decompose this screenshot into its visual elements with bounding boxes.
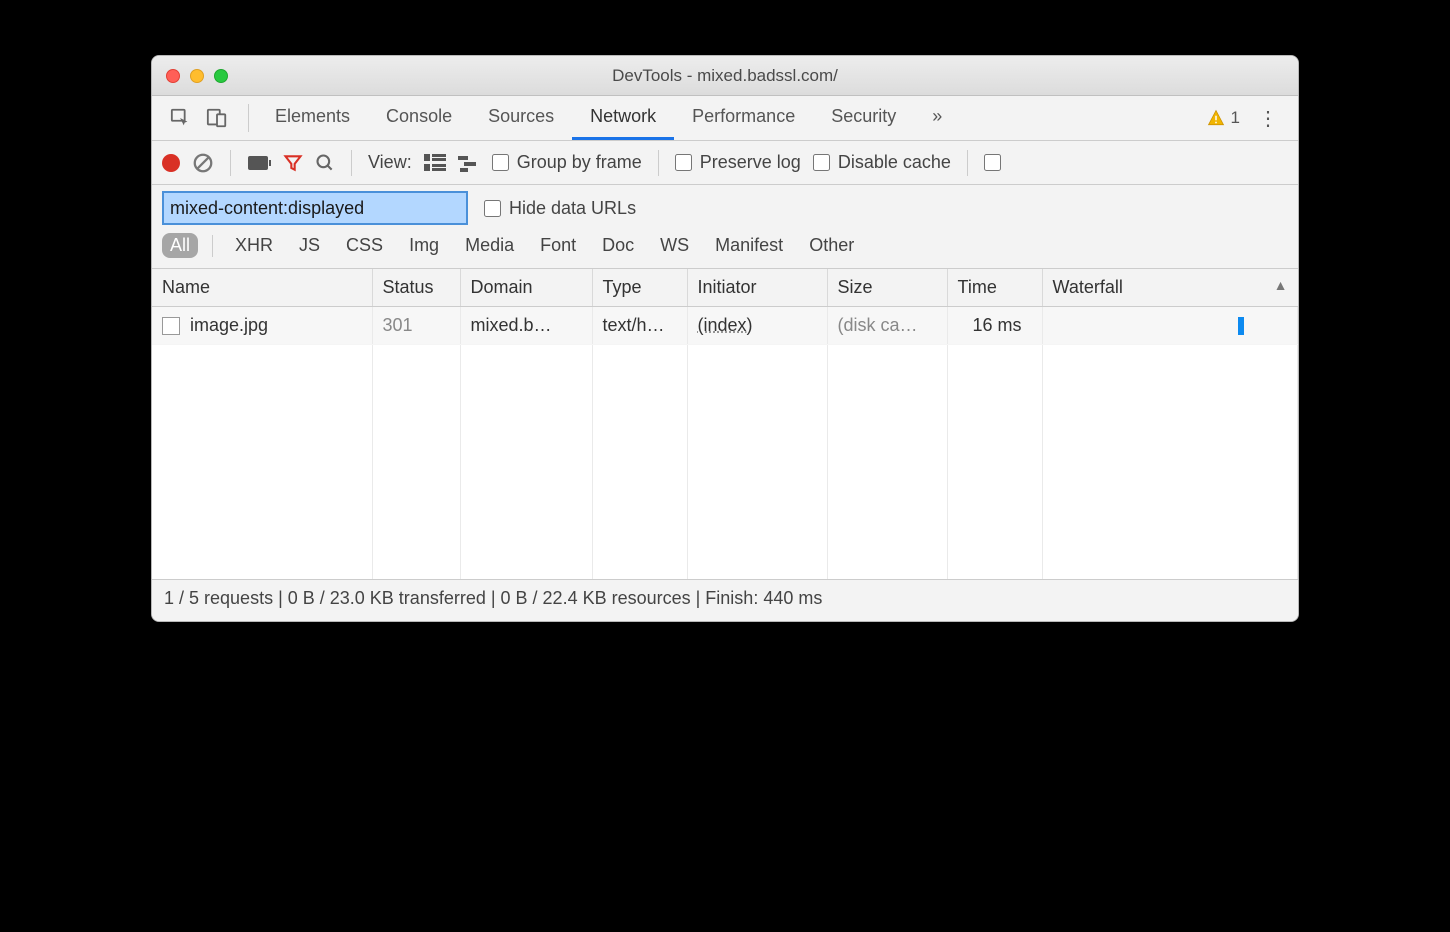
record-button[interactable] <box>162 154 180 172</box>
maximize-button[interactable] <box>214 69 228 83</box>
view-label: View: <box>368 152 412 173</box>
disable-cache-checkbox[interactable]: Disable cache <box>813 152 951 173</box>
col-name[interactable]: Name <box>152 269 372 307</box>
clear-button[interactable] <box>192 152 214 174</box>
window-title: DevTools - mixed.badssl.com/ <box>152 66 1298 86</box>
tab-network[interactable]: Network <box>572 96 674 140</box>
network-toolbar: View: Group by frame Preserve log Disabl… <box>152 141 1298 185</box>
type-css[interactable]: CSS <box>338 233 391 258</box>
panel-tabbar: Elements Console Sources Network Perform… <box>152 96 1298 141</box>
warning-count: 1 <box>1231 108 1240 128</box>
type-doc[interactable]: Doc <box>594 233 642 258</box>
panel-tabs: Elements Console Sources Network Perform… <box>257 96 960 140</box>
titlebar: DevTools - mixed.badssl.com/ <box>152 56 1298 96</box>
type-all[interactable]: All <box>162 233 198 258</box>
file-icon <box>162 317 180 335</box>
warnings-badge[interactable]: 1 <box>1207 108 1240 128</box>
col-status[interactable]: Status <box>372 269 460 307</box>
cell-status: 301 <box>372 307 460 345</box>
type-ws[interactable]: WS <box>652 233 697 258</box>
resource-type-filters: All XHR JS CSS Img Media Font Doc WS Man… <box>152 229 1298 269</box>
type-img[interactable]: Img <box>401 233 447 258</box>
devtools-window: DevTools - mixed.badssl.com/ Elements Co… <box>151 55 1299 622</box>
tabs-overflow[interactable]: » <box>914 96 960 140</box>
request-table: Name Status Domain Type Initiator Size T… <box>152 269 1298 579</box>
col-domain[interactable]: Domain <box>460 269 592 307</box>
capture-screenshots-icon[interactable] <box>247 153 271 173</box>
tab-console[interactable]: Console <box>368 96 470 140</box>
cell-waterfall <box>1042 307 1298 345</box>
cell-name: image.jpg <box>190 315 268 336</box>
minimize-button[interactable] <box>190 69 204 83</box>
cell-time: 16 ms <box>947 307 1042 345</box>
warning-icon <box>1207 109 1225 127</box>
col-initiator[interactable]: Initiator <box>687 269 827 307</box>
col-waterfall[interactable]: Waterfall▲ <box>1042 269 1298 307</box>
hide-data-urls-checkbox[interactable]: Hide data URLs <box>484 198 636 219</box>
filter-input[interactable] <box>162 191 468 225</box>
type-other[interactable]: Other <box>801 233 862 258</box>
col-time[interactable]: Time <box>947 269 1042 307</box>
close-button[interactable] <box>166 69 180 83</box>
status-bar: 1 / 5 requests | 0 B / 23.0 KB transferr… <box>152 579 1298 621</box>
filter-icon[interactable] <box>283 153 303 173</box>
type-js[interactable]: JS <box>291 233 328 258</box>
type-manifest[interactable]: Manifest <box>707 233 791 258</box>
col-size[interactable]: Size <box>827 269 947 307</box>
type-xhr[interactable]: XHR <box>227 233 281 258</box>
cell-initiator[interactable]: (index) <box>698 315 753 335</box>
waterfall-bar <box>1238 317 1244 335</box>
type-font[interactable]: Font <box>532 233 584 258</box>
cell-domain: mixed.b… <box>460 307 592 345</box>
cell-size: (disk ca… <box>827 307 947 345</box>
more-menu-icon[interactable]: ⋮ <box>1254 106 1282 131</box>
cell-type: text/h… <box>592 307 687 345</box>
tab-performance[interactable]: Performance <box>674 96 813 140</box>
filter-bar: Hide data URLs <box>152 185 1298 229</box>
device-toggle-icon[interactable] <box>206 107 228 129</box>
traffic-lights <box>152 69 228 83</box>
offline-checkbox-partial[interactable] <box>984 154 1004 171</box>
inspect-element-icon[interactable] <box>170 107 192 129</box>
tab-security[interactable]: Security <box>813 96 914 140</box>
tab-sources[interactable]: Sources <box>470 96 572 140</box>
type-media[interactable]: Media <box>457 233 522 258</box>
tab-elements[interactable]: Elements <box>257 96 368 140</box>
preserve-log-checkbox[interactable]: Preserve log <box>675 152 801 173</box>
col-type[interactable]: Type <box>592 269 687 307</box>
large-rows-icon[interactable] <box>424 154 446 172</box>
search-icon[interactable] <box>315 153 335 173</box>
table-row[interactable]: image.jpg 301 mixed.b… text/h… (index) (… <box>152 307 1298 345</box>
overview-icon[interactable] <box>458 154 480 172</box>
sort-asc-icon: ▲ <box>1274 277 1288 293</box>
group-by-frame-checkbox[interactable]: Group by frame <box>492 152 642 173</box>
